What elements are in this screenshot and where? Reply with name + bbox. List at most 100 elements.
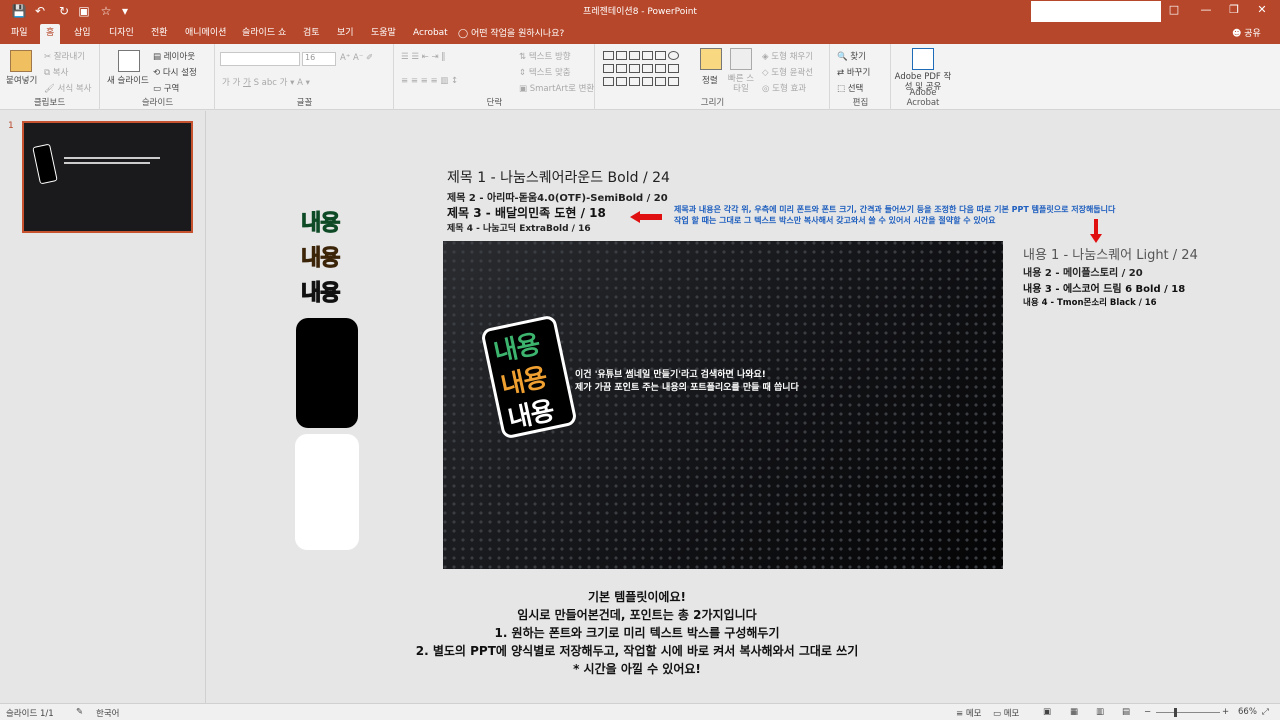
ribbon-display-icon[interactable]: □ bbox=[1164, 2, 1184, 18]
title-sample-4[interactable]: 제목 4 - 나눔고딕 ExtraBold / 16 bbox=[447, 221, 591, 234]
comments-button[interactable]: ▭ 메모 bbox=[993, 707, 1019, 719]
paste-button[interactable]: 붙여넣기 bbox=[6, 74, 37, 86]
thumb-text-line bbox=[64, 162, 150, 164]
tab-review[interactable]: 검토 bbox=[303, 26, 320, 42]
shapes-gallery[interactable] bbox=[602, 50, 694, 89]
fit-slide-icon[interactable]: ⤢ bbox=[1262, 707, 1269, 717]
slide-canvas: 제목 1 - 나눔스퀘어라운드 Bold / 24 제목 2 - 아리따-돋움4… bbox=[207, 111, 1280, 703]
list-buttons[interactable]: ☰ ☰ ⇤ ⇥ ‖ bbox=[401, 52, 446, 62]
select-button[interactable]: ⬚ 선택 bbox=[837, 82, 863, 94]
align-buttons[interactable]: ≡ ≡ ≡ ≡ ▥ ↕ bbox=[401, 76, 458, 86]
sticker-word-green[interactable]: 내용 bbox=[300, 205, 341, 237]
content-sample-4[interactable]: 내용 4 - Tmon몬소리 Black / 16 bbox=[1023, 296, 1157, 308]
group-slides: 새 슬라이드 ▤ 레이아웃 ⟲ 다시 설정 ▭ 구역 슬라이드 bbox=[101, 44, 215, 110]
notes-button[interactable]: ≡ 메모 bbox=[956, 707, 981, 719]
format-painter-button[interactable]: 🖌 서식 복사 bbox=[44, 82, 91, 94]
zoom-slider[interactable] bbox=[1156, 712, 1220, 713]
tab-insert[interactable]: 삽입 bbox=[74, 26, 91, 42]
tab-design[interactable]: 디자인 bbox=[109, 26, 134, 42]
text-direction-button[interactable]: ⇅ 텍스트 방향 bbox=[519, 50, 571, 62]
font-size-combo[interactable]: 16 bbox=[302, 52, 336, 66]
tab-transitions[interactable]: 전환 bbox=[151, 26, 168, 42]
layout-button[interactable]: ▤ 레이아웃 bbox=[153, 50, 195, 62]
title-sample-2[interactable]: 제목 2 - 아리따-돋움4.0(OTF)-SemiBold / 20 bbox=[447, 189, 668, 204]
slideshow-view-icon[interactable]: ▤ bbox=[1122, 707, 1130, 717]
share-button[interactable]: ☻ 공유 bbox=[1232, 26, 1261, 39]
tab-view[interactable]: 보기 bbox=[337, 26, 354, 42]
group-clipboard: 붙여넣기 ✂ 잘라내기 ⧉ 복사 🖌 서식 복사 클립보드 bbox=[0, 44, 100, 110]
lightbulb-icon: ◯ bbox=[458, 29, 469, 39]
quick-styles-button[interactable]: 빠른 스타일 bbox=[726, 74, 756, 94]
font-family-combo[interactable] bbox=[220, 52, 300, 66]
zoom-level[interactable]: 66% bbox=[1238, 707, 1257, 717]
zoom-out-icon[interactable]: − bbox=[1144, 707, 1151, 717]
sticker-line-white: 내용 bbox=[505, 395, 557, 435]
editing-label: 편집 bbox=[852, 98, 869, 108]
group-paragraph: ☰ ☰ ⇤ ⇥ ‖ ≡ ≡ ≡ ≡ ▥ ↕ ⇅ 텍스트 방향 ⇕ 텍스트 맞춤 … bbox=[395, 44, 595, 110]
arrange-icon[interactable] bbox=[700, 48, 722, 70]
stacked-sticker: 내용 내용 내용 bbox=[480, 314, 578, 440]
new-slide-icon[interactable] bbox=[118, 50, 140, 72]
arrow-left-icon bbox=[630, 211, 662, 223]
paste-icon[interactable] bbox=[10, 50, 32, 72]
shape-outline-button[interactable]: ◇ 도형 윤곽선 bbox=[762, 66, 813, 78]
new-slide-button[interactable]: 새 슬라이드 bbox=[107, 74, 149, 86]
drawing-label: 그리기 bbox=[700, 98, 725, 108]
tab-slideshow[interactable]: 슬라이드 쇼 bbox=[242, 26, 286, 42]
black-sticker-shape[interactable] bbox=[296, 318, 358, 428]
content-sample-2[interactable]: 내용 2 - 메이플스토리 / 20 bbox=[1023, 264, 1143, 279]
sticker-word-orange[interactable]: 내용 bbox=[300, 240, 341, 272]
find-button[interactable]: 🔍 찾기 bbox=[837, 50, 866, 62]
zoom-slider-thumb[interactable] bbox=[1174, 708, 1177, 717]
title-sample-1[interactable]: 제목 1 - 나눔스퀘어라운드 Bold / 24 bbox=[447, 167, 670, 187]
clipboard-label: 클립보드 bbox=[33, 98, 66, 108]
section-button[interactable]: ▭ 구역 bbox=[153, 82, 179, 94]
group-drawing: 정렬 빠른 스타일 ◈ 도형 채우기 ◇ 도형 윤곽선 ◎ 도형 효과 그리기 bbox=[596, 44, 830, 110]
minimize-icon[interactable]: — bbox=[1196, 2, 1216, 18]
reset-button[interactable]: ⟲ 다시 설정 bbox=[153, 66, 197, 78]
copy-button[interactable]: ⧉ 복사 bbox=[44, 66, 68, 78]
slide-thumbnail-panel: 1 bbox=[0, 111, 206, 703]
instruction-note[interactable]: 제목과 내용은 각각 위, 우측에 미리 폰트와 폰트 크기, 간격과 들어쓰기… bbox=[674, 204, 1115, 226]
maximize-icon[interactable]: ❐ bbox=[1224, 2, 1244, 18]
white-sticker-shape[interactable] bbox=[295, 434, 359, 550]
tab-help[interactable]: 도움말 bbox=[371, 26, 396, 42]
bottom-description[interactable]: 기본 템플릿이에요! 임시로 만들어본건데, 포인트는 총 2가지입니다 1. … bbox=[347, 588, 927, 678]
font-label: 글꼴 bbox=[296, 98, 313, 108]
sticker-word-white[interactable]: 내용 bbox=[300, 275, 341, 307]
ribbon: 붙여넣기 ✂ 잘라내기 ⧉ 복사 🖌 서식 복사 클립보드 새 슬라이드 ▤ 레… bbox=[0, 44, 1280, 110]
close-icon[interactable]: ✕ bbox=[1252, 2, 1272, 18]
tab-home[interactable]: 홈 bbox=[40, 24, 61, 44]
content-sample-1[interactable]: 내용 1 - 나눔스퀘어 Light / 24 bbox=[1023, 244, 1198, 263]
grow-font-button[interactable]: A⁺ A⁻ ✐ bbox=[340, 53, 373, 63]
content-sample-3[interactable]: 내용 3 - 에스코어 드림 6 Bold / 18 bbox=[1023, 280, 1185, 295]
tab-acrobat[interactable]: Acrobat bbox=[413, 26, 448, 42]
smartart-button[interactable]: ▣ SmartArt로 변환 bbox=[519, 82, 594, 94]
arrange-button[interactable]: 정렬 bbox=[702, 74, 718, 86]
slide-thumbnail[interactable] bbox=[22, 121, 193, 233]
create-pdf-icon[interactable] bbox=[912, 48, 934, 70]
cut-button[interactable]: ✂ 잘라내기 bbox=[44, 50, 85, 62]
replace-button[interactable]: ⇄ 바꾸기 bbox=[837, 66, 870, 78]
group-acrobat: Adobe PDF 작성 및 공유 Adobe Acrobat bbox=[892, 44, 954, 110]
tab-animations[interactable]: 애니메이션 bbox=[185, 26, 226, 42]
language-indicator[interactable]: 한국어 bbox=[96, 707, 119, 719]
shape-effects-button[interactable]: ◎ 도형 효과 bbox=[762, 82, 806, 94]
slide-number: 1 bbox=[8, 121, 14, 131]
thumb-sticker bbox=[32, 143, 58, 185]
status-bar: 슬라이드 1/1 ✎ 한국어 ≡ 메모 ▭ 메모 ▣ ▦ ▥ ▤ − + 66%… bbox=[0, 703, 1280, 720]
title-sample-3[interactable]: 제목 3 - 배달의민족 도현 / 18 bbox=[447, 204, 606, 221]
font-format-buttons[interactable]: 가 가 가 S abc 가 ▾ A ▾ bbox=[222, 76, 310, 88]
spellcheck-icon[interactable]: ✎ bbox=[76, 707, 83, 717]
quick-styles-icon[interactable] bbox=[730, 48, 752, 70]
main-slide-image[interactable]: 내용 내용 내용 이건 '유튜브 썸네일 만들기'라고 검색하면 나와요! 제가… bbox=[443, 241, 1003, 569]
reading-view-icon[interactable]: ▥ bbox=[1096, 707, 1104, 717]
slide-sorter-icon[interactable]: ▦ bbox=[1070, 707, 1078, 717]
align-text-button[interactable]: ⇕ 텍스트 맞춤 bbox=[519, 66, 571, 78]
person-icon: ☻ bbox=[1232, 29, 1242, 39]
zoom-in-icon[interactable]: + bbox=[1222, 707, 1229, 717]
shape-fill-button[interactable]: ◈ 도형 채우기 bbox=[762, 50, 813, 62]
normal-view-icon[interactable]: ▣ bbox=[1043, 707, 1051, 717]
tab-file[interactable]: 파일 bbox=[11, 26, 28, 42]
tell-me-search[interactable]: ◯ 어떤 작업을 원하시나요? bbox=[458, 26, 564, 39]
